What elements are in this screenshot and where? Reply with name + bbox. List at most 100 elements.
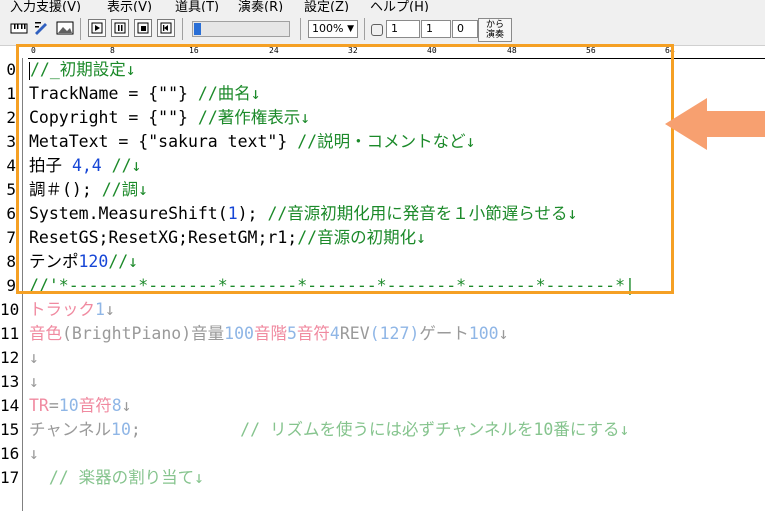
code-line[interactable]: ↓ xyxy=(29,442,765,466)
tempo-slider[interactable] xyxy=(192,21,290,37)
code-token: //説明・コメントなど↓ xyxy=(297,132,476,151)
line-number: 9 xyxy=(6,276,16,295)
line-number: 7 xyxy=(6,228,16,247)
code-token: トラック xyxy=(29,300,95,319)
code-token: 120 xyxy=(78,252,109,271)
line-number: 11 xyxy=(0,324,20,343)
line-number: 13 xyxy=(0,372,20,391)
code-token: 音符 xyxy=(296,324,330,343)
ruler-label: 32 xyxy=(348,46,358,55)
toolbar-separator xyxy=(182,18,183,40)
line-number: 2 xyxy=(6,108,16,127)
code-token: TrackName = {""} xyxy=(29,84,198,103)
code-token: //曲名↓ xyxy=(197,84,261,103)
code-token: ゲート xyxy=(419,324,469,343)
ruler-label: 56 xyxy=(586,46,596,55)
code-line[interactable]: TrackName = {""} //曲名↓ xyxy=(29,82,765,106)
line-number: 15 xyxy=(0,420,20,439)
line-number: 0 xyxy=(6,60,16,79)
line-number: 16 xyxy=(0,444,20,463)
play-from-button[interactable]: から 演奏 xyxy=(478,18,512,42)
checkbox[interactable] xyxy=(371,24,383,36)
code-token: テンポ xyxy=(29,252,79,271)
code-token: ↓ xyxy=(29,348,39,367)
ruler-label: 40 xyxy=(427,46,437,55)
toolbar: 100% ▼ 1 1 0 から 演奏 xyxy=(0,12,765,46)
code-line[interactable]: //_初期設定↓ xyxy=(29,58,765,82)
rewind-icon[interactable] xyxy=(157,19,175,37)
line-number: 1 xyxy=(6,84,16,103)
code-line[interactable]: テンポ120//↓ xyxy=(29,250,765,274)
beat-field[interactable]: 1 xyxy=(421,20,451,38)
code-token: ; xyxy=(130,420,241,439)
code-token: REV xyxy=(339,324,370,343)
code-token: ↓ xyxy=(29,444,39,463)
toolbar-separator xyxy=(364,18,365,40)
code-line[interactable]: チャンネル10; // リズムを使うには必ずチャンネルを10番にする↓ xyxy=(29,418,765,442)
code-token: 10 xyxy=(58,396,79,415)
zoom-select[interactable]: 100% ▼ xyxy=(308,20,358,38)
code-token: ResetGS;ResetXG;ResetGM;r1; xyxy=(29,228,298,247)
code-token: 音符 xyxy=(78,396,112,415)
toolbar-separator xyxy=(80,18,81,40)
code-token: MetaText = {"sakura text"} xyxy=(29,132,298,151)
code-line[interactable]: // 楽器の割り当て↓ xyxy=(29,466,765,490)
stop-icon[interactable] xyxy=(134,19,152,37)
line-number-gutter: 0 1 2 3 4 5 6 7 8 9 10 11 12 13 14 15 16 17 xyxy=(0,58,22,511)
zoom-value: 100% xyxy=(312,22,344,35)
measure-field[interactable]: 1 xyxy=(386,20,420,38)
code-token: チャンネル xyxy=(29,420,112,439)
code-editor[interactable]: //_初期設定↓ TrackName = {""} //曲名↓ Copyright … xyxy=(29,58,765,511)
pause-icon[interactable] xyxy=(111,19,129,37)
code-token: //著作権表示↓ xyxy=(197,108,311,127)
code-line[interactable]: ↓ xyxy=(29,370,765,394)
code-token: //音源初期化用に発音を１小節遅らせる↓ xyxy=(267,204,578,223)
code-token: 5 xyxy=(286,324,297,343)
code-token: //調↓ xyxy=(101,180,149,199)
code-line[interactable]: TR=10音符8↓ xyxy=(29,394,765,418)
code-token: TR xyxy=(29,396,49,415)
code-line[interactable]: 拍子 4,4 //↓ xyxy=(29,154,765,178)
code-line[interactable]: ResetGS;ResetXG;ResetGM;r1;//音源の初期化↓ xyxy=(29,226,765,250)
code-token: = xyxy=(48,396,59,415)
keyboard-icon[interactable] xyxy=(10,19,28,37)
line-number: 5 xyxy=(6,180,16,199)
ruler-label: 64 xyxy=(665,46,675,55)
line-number: 12 xyxy=(0,348,20,367)
line-number: 14 xyxy=(0,396,20,415)
code-token: 10 xyxy=(111,420,131,439)
code-token: //↓ xyxy=(108,252,139,271)
code-token: Copyright = {""} xyxy=(29,108,198,127)
slider-thumb[interactable] xyxy=(194,23,201,35)
code-token: System.MeasureShift( xyxy=(29,204,228,223)
code-token: //'*-------*-------*-------*-------*----… xyxy=(29,276,635,295)
code-line[interactable]: トラック1↓ xyxy=(29,298,765,322)
code-line[interactable]: System.MeasureShift(1); //音源初期化用に発音を１小節遅… xyxy=(29,202,765,226)
code-line[interactable]: //'*-------*-------*-------*-------*----… xyxy=(29,274,765,298)
ruler-label: 48 xyxy=(507,46,517,55)
code-token: 拍子 xyxy=(29,156,72,175)
code-line[interactable]: Copyright = {""} //著作権表示↓ xyxy=(29,106,765,130)
code-token: 音色 xyxy=(29,324,62,343)
edit-icon[interactable] xyxy=(33,19,51,37)
code-token: ↓ xyxy=(121,396,132,415)
code-token: // 楽器の割り当て↓ xyxy=(29,468,205,487)
image-icon[interactable] xyxy=(56,19,74,37)
play-icon[interactable] xyxy=(88,19,106,37)
code-token: 100 xyxy=(468,324,499,343)
code-token: 音量 xyxy=(191,324,225,343)
code-line[interactable]: ↓ xyxy=(29,346,765,370)
gutter-divider xyxy=(22,58,23,511)
ruler-label: 16 xyxy=(189,46,199,55)
code-token: 音階 xyxy=(253,324,287,343)
line-number: 8 xyxy=(6,252,16,271)
callout-arrow-icon xyxy=(665,98,765,150)
code-line[interactable]: MetaText = {"sakura text"} //説明・コメントなど↓ xyxy=(29,130,765,154)
code-token: //↓ xyxy=(101,156,142,175)
code-line[interactable]: 音色(BrightPiano)音量100音階5音符4REV(127)ゲート100… xyxy=(29,322,765,346)
code-token: ); xyxy=(237,204,268,223)
code-line[interactable]: 調＃(); //調↓ xyxy=(29,178,765,202)
tick-field[interactable]: 0 xyxy=(452,20,478,38)
code-token: //音源の初期化↓ xyxy=(297,228,427,247)
menu-bar: 入力支援(V) 表示(V) 道具(T) 演奏(R) 設定(Z) ヘルプ(H) xyxy=(0,0,765,15)
